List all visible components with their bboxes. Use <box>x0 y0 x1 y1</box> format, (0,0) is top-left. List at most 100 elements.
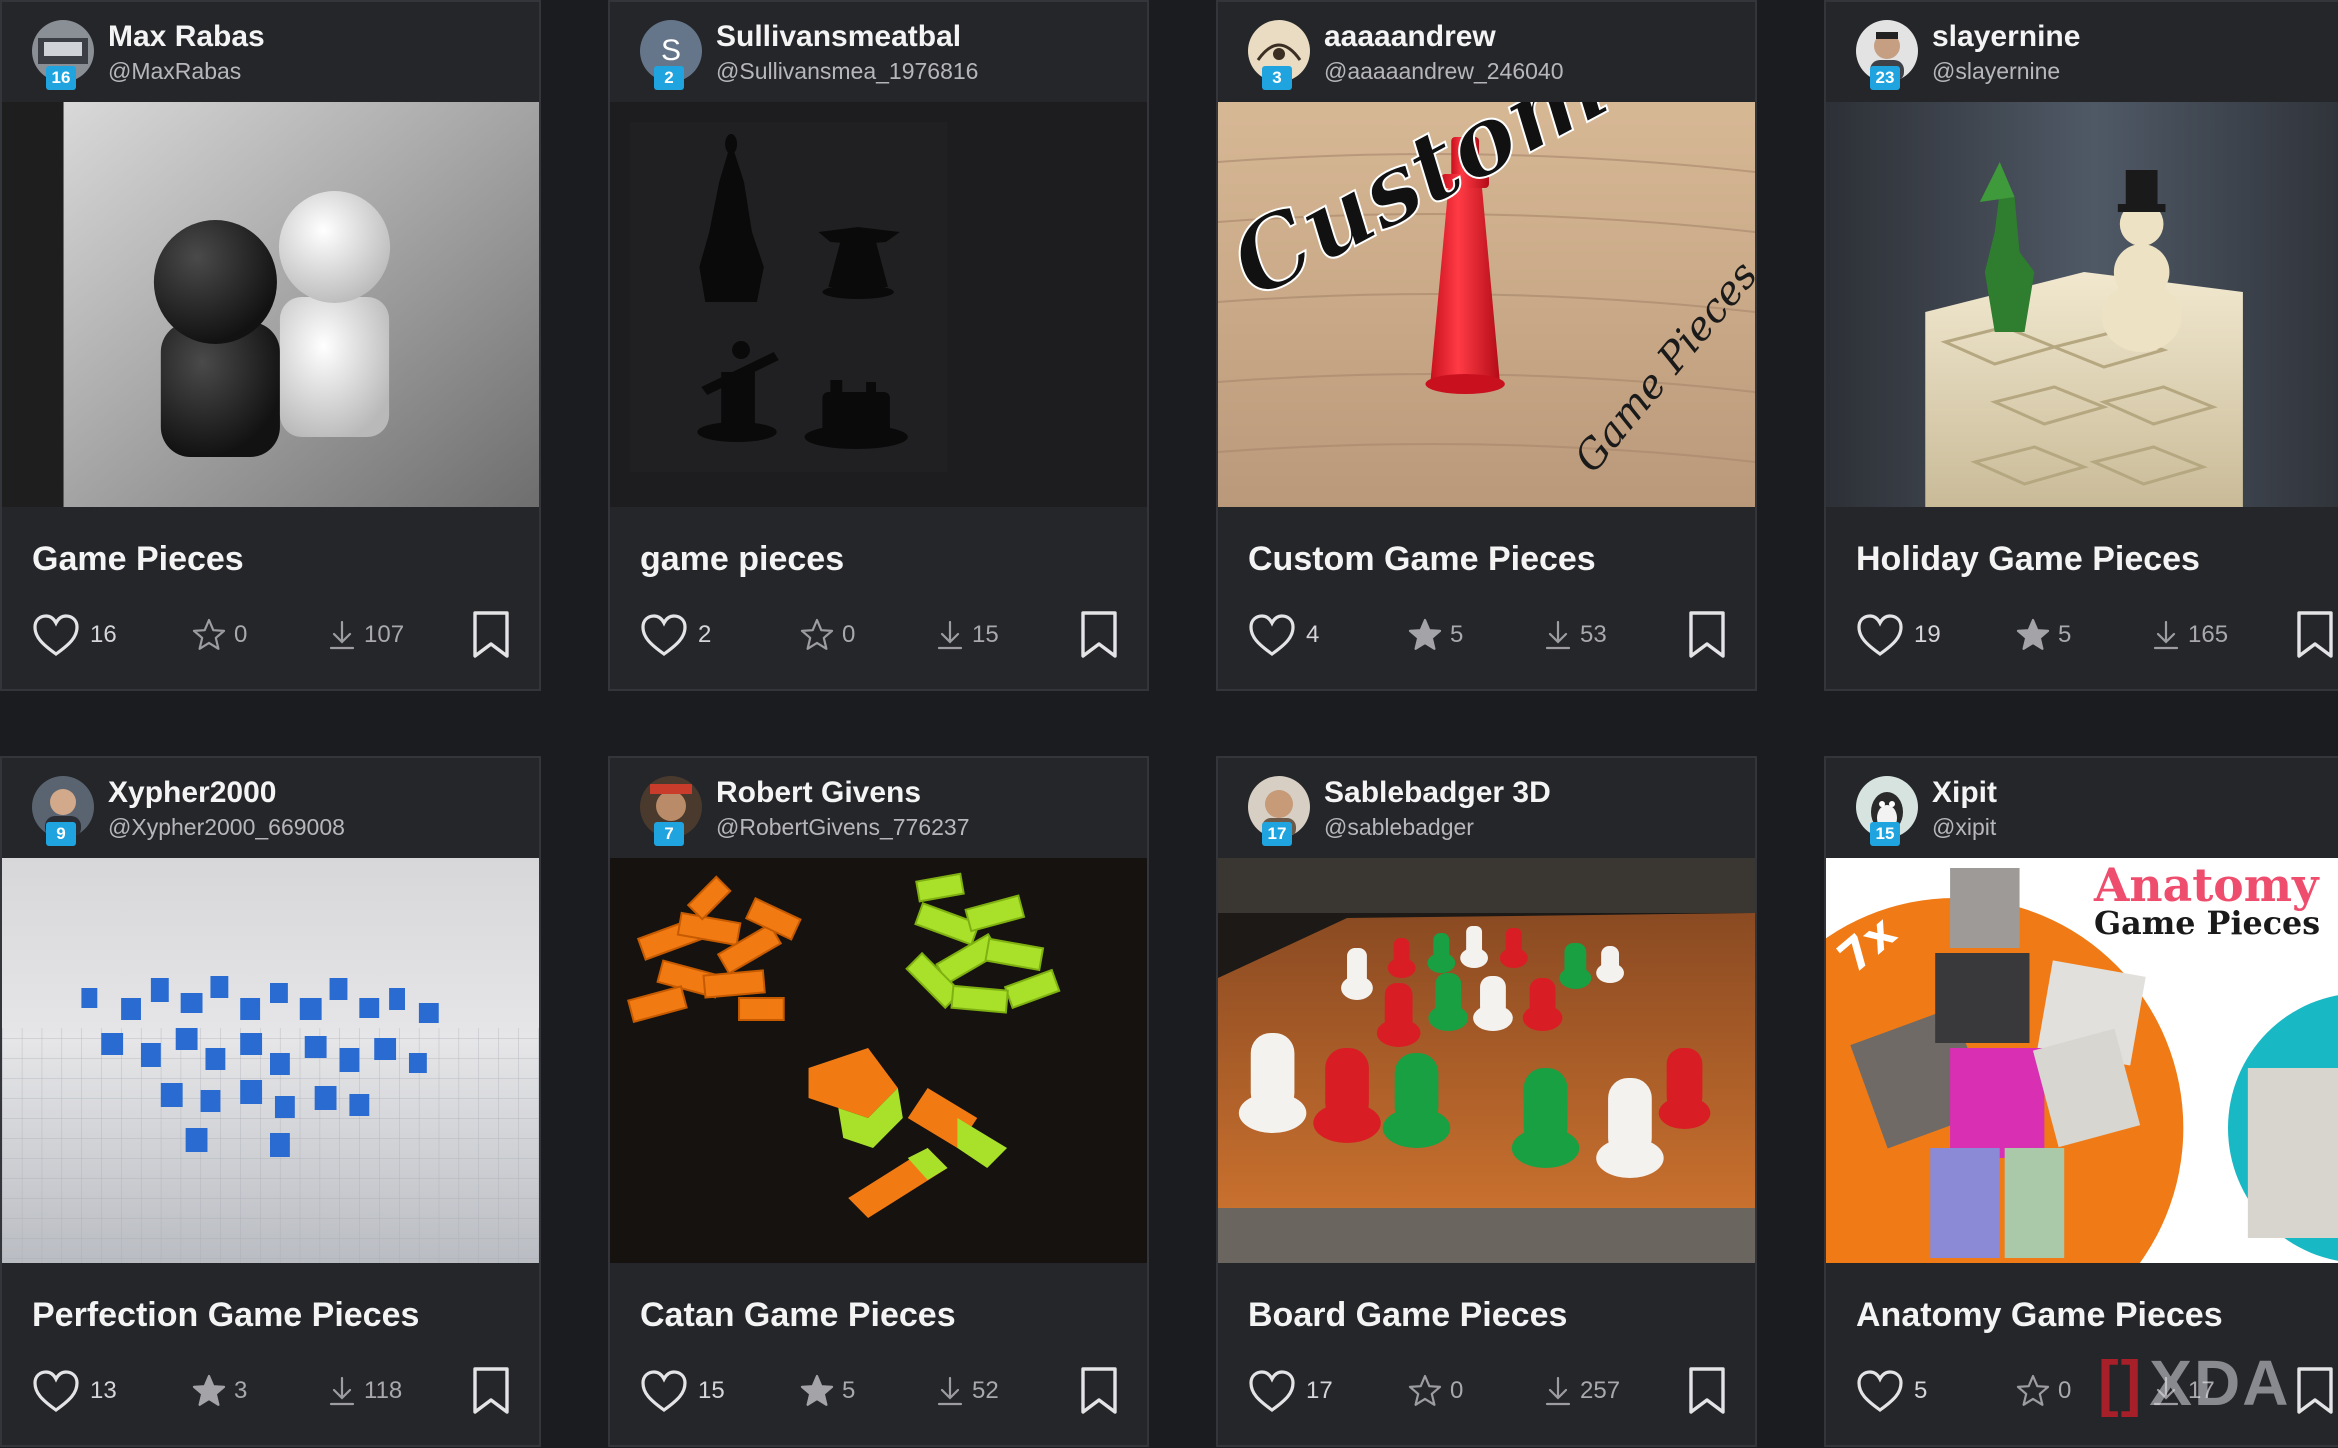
author-name[interactable]: Sullivansmeatbal <box>716 20 961 54</box>
bookmark-button[interactable] <box>2296 605 2334 665</box>
model-thumbnail[interactable]: Custom Game Pieces <box>1218 102 1755 507</box>
model-card[interactable]: 16 Max Rabas @MaxRabas Game Pieces 16 0 <box>0 0 541 691</box>
rating-button[interactable]: 0 <box>1408 1361 1463 1421</box>
rating-button[interactable]: 5 <box>800 1361 855 1421</box>
author-handle[interactable]: @aaaaandrew_246040 <box>1324 58 1564 85</box>
author-name[interactable]: slayernine <box>1932 20 2080 54</box>
model-thumbnail[interactable] <box>610 102 1147 507</box>
card-stats: 16 0 107 <box>2 605 539 665</box>
bookmark-icon <box>473 611 509 658</box>
model-card[interactable]: S 2 Sullivansmeatbal @Sullivansmea_19768… <box>608 0 1149 691</box>
author-handle[interactable]: @Sullivansmea_1976816 <box>716 58 978 85</box>
model-title[interactable]: Game Pieces <box>32 540 244 579</box>
rating-button[interactable]: 5 <box>1408 605 1463 665</box>
author-name[interactable]: Sablebadger 3D <box>1324 776 1551 810</box>
like-count: 16 <box>90 621 117 648</box>
download-button[interactable]: 118 <box>328 1361 402 1421</box>
card-header: 7 Robert Givens @RobertGivens_776237 <box>610 758 1147 858</box>
rating-button[interactable]: 0 <box>192 605 247 665</box>
bookmark-button[interactable] <box>1688 1361 1726 1421</box>
bookmark-button[interactable] <box>1688 605 1726 665</box>
like-button[interactable]: 17 <box>1248 1361 1333 1421</box>
download-icon <box>937 620 963 650</box>
author-handle[interactable]: @slayernine <box>1932 58 2060 85</box>
author-handle[interactable]: @xipit <box>1932 814 1996 841</box>
bookmark-button[interactable] <box>1080 605 1118 665</box>
level-badge: 23 <box>1870 66 1900 90</box>
author-name[interactable]: Max Rabas <box>108 20 265 54</box>
like-button[interactable]: 16 <box>32 605 117 665</box>
model-title[interactable]: Custom Game Pieces <box>1248 540 1596 579</box>
download-icon <box>1545 620 1571 650</box>
thumbnail-image <box>1218 858 1755 1263</box>
author-name[interactable]: aaaaandrew <box>1324 20 1496 54</box>
like-button[interactable]: 13 <box>32 1361 117 1421</box>
model-card[interactable]: 23 slayernine @slayernine Holiday Game P… <box>1824 0 2338 691</box>
model-title[interactable]: Catan Game Pieces <box>640 1296 956 1335</box>
model-thumbnail[interactable] <box>2 102 539 507</box>
model-card[interactable]: 15 Xipit @xipit Anatomy Game Pieces 7x A… <box>1824 756 2338 1447</box>
like-button[interactable]: 2 <box>640 605 711 665</box>
author-name[interactable]: Robert Givens <box>716 776 921 810</box>
model-thumbnail[interactable] <box>1826 102 2338 507</box>
like-button[interactable]: 5 <box>1856 1361 1927 1421</box>
watermark-text: XDA <box>2149 1347 2291 1419</box>
download-icon <box>1545 1376 1571 1406</box>
author-name[interactable]: Xipit <box>1932 776 1997 810</box>
heart-icon <box>33 614 79 656</box>
author-name[interactable]: Xypher2000 <box>108 776 276 810</box>
model-thumbnail[interactable]: Anatomy Game Pieces 7x <box>1826 858 2338 1263</box>
author-handle[interactable]: @MaxRabas <box>108 58 241 85</box>
like-count: 15 <box>698 1377 725 1404</box>
rating-count: 3 <box>234 1377 248 1404</box>
card-header: S 2 Sullivansmeatbal @Sullivansmea_19768… <box>610 2 1147 102</box>
model-title[interactable]: Anatomy Game Pieces <box>1856 1296 2223 1335</box>
download-icon <box>329 620 355 650</box>
bookmark-icon <box>2297 1367 2333 1414</box>
download-button[interactable]: 257 <box>1544 1361 1620 1421</box>
download-button[interactable]: 107 <box>328 605 404 665</box>
thumbnail-image <box>2 102 539 507</box>
model-card[interactable]: 3 aaaaandrew @aaaaandrew_246040 Custom G… <box>1216 0 1757 691</box>
like-count: 13 <box>90 1377 117 1404</box>
model-thumbnail[interactable] <box>2 858 539 1263</box>
model-title[interactable]: Holiday Game Pieces <box>1856 540 2200 579</box>
model-title[interactable]: Board Game Pieces <box>1248 1296 1567 1335</box>
like-button[interactable]: 4 <box>1248 605 1319 665</box>
download-button[interactable]: 165 <box>2152 605 2228 665</box>
download-button[interactable]: 15 <box>936 605 999 665</box>
like-count: 2 <box>698 621 712 648</box>
model-thumbnail[interactable] <box>1218 858 1755 1263</box>
like-count: 19 <box>1914 621 1941 648</box>
model-thumbnail[interactable] <box>610 858 1147 1263</box>
model-card[interactable]: 9 Xypher2000 @Xypher2000_669008 Perfecti… <box>0 756 541 1447</box>
model-title[interactable]: Perfection Game Pieces <box>32 1296 419 1335</box>
download-count: 15 <box>972 621 999 648</box>
star-icon <box>192 618 226 650</box>
download-count: 52 <box>972 1377 999 1404</box>
bookmark-button[interactable] <box>1080 1361 1118 1421</box>
author-handle[interactable]: @sablebadger <box>1324 814 1474 841</box>
rating-button[interactable]: 5 <box>2016 605 2071 665</box>
download-button[interactable]: 52 <box>936 1361 999 1421</box>
thumbnail-image <box>2 858 539 1263</box>
model-card[interactable]: 7 Robert Givens @RobertGivens_776237 Cat… <box>608 756 1149 1447</box>
rating-button[interactable]: 0 <box>800 605 855 665</box>
bookmark-icon <box>1689 1367 1725 1414</box>
author-handle[interactable]: @Xypher2000_669008 <box>108 814 345 841</box>
model-title[interactable]: game pieces <box>640 540 844 579</box>
like-count: 4 <box>1306 621 1320 648</box>
download-count: 257 <box>1580 1377 1621 1404</box>
rating-button[interactable]: 3 <box>192 1361 247 1421</box>
model-card[interactable]: 17 Sablebadger 3D @sablebadger Board Gam… <box>1216 756 1757 1447</box>
bookmark-button[interactable] <box>2296 1361 2334 1421</box>
download-button[interactable]: 53 <box>1544 605 1607 665</box>
bookmark-icon <box>1081 1367 1117 1414</box>
rating-button[interactable]: 0 <box>2016 1361 2071 1421</box>
image-overlay-subtext: Game Pieces <box>2094 904 2320 942</box>
bookmark-button[interactable] <box>472 605 510 665</box>
author-handle[interactable]: @RobertGivens_776237 <box>716 814 970 841</box>
like-button[interactable]: 19 <box>1856 605 1941 665</box>
bookmark-button[interactable] <box>472 1361 510 1421</box>
like-button[interactable]: 15 <box>640 1361 725 1421</box>
